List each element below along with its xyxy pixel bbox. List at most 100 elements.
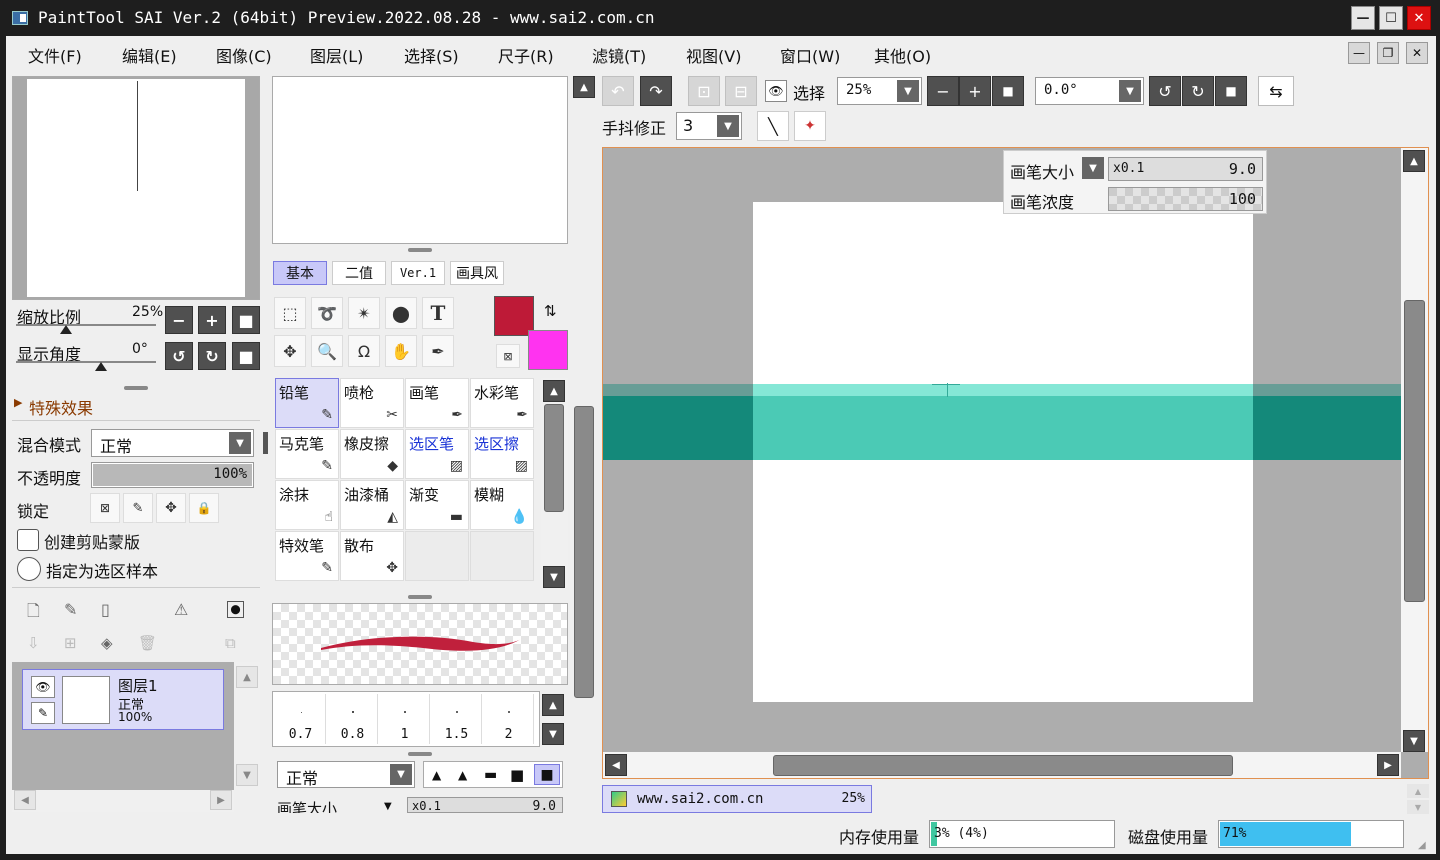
- menu-ruler[interactable]: 尺子(R): [498, 43, 554, 67]
- new-layer-icon[interactable]: 🗋: [27, 600, 40, 627]
- lock-transparency-icon[interactable]: ⊠: [90, 493, 120, 523]
- tip-flat-icon[interactable]: ▬: [484, 767, 497, 783]
- brush-slot[interactable]: 画笔 ✒: [405, 378, 469, 428]
- zoom-reset-button[interactable]: ■: [992, 76, 1024, 106]
- zoom-icon[interactable]: 🔍: [311, 335, 343, 367]
- new-linework-layer-icon[interactable]: ✎: [64, 600, 77, 619]
- line-stabilizer-icon[interactable]: ╲: [757, 111, 789, 141]
- invert-select-button[interactable]: ⊟: [725, 76, 757, 106]
- eye-icon[interactable]: 👁: [765, 80, 787, 102]
- rect-select-icon[interactable]: ⬚: [274, 297, 306, 329]
- new-folder-icon[interactable]: ▯: [101, 600, 110, 619]
- text-tool-icon[interactable]: T: [422, 297, 454, 329]
- rotate-left-button[interactable]: ↺: [165, 342, 193, 370]
- redo-button[interactable]: ↷: [640, 76, 672, 106]
- eyedropper-icon[interactable]: ✒: [422, 335, 454, 367]
- zoom-in-button[interactable]: +: [198, 306, 226, 334]
- layer-mask-icon[interactable]: ⬤: [227, 601, 244, 618]
- scroll-thumb[interactable]: [773, 755, 1233, 776]
- effects-label[interactable]: 特殊效果: [29, 395, 93, 419]
- menu-edit[interactable]: 编辑(E): [122, 43, 177, 67]
- secondary-color-swatch[interactable]: [528, 330, 568, 370]
- lock-all-icon[interactable]: 🔒: [189, 493, 219, 523]
- zoom-slider-track[interactable]: [16, 324, 156, 326]
- rotate-view-icon[interactable]: Ω: [348, 335, 380, 367]
- zoom-reset-button[interactable]: ■: [232, 306, 260, 334]
- tab-ver1[interactable]: Ver.1: [391, 261, 445, 285]
- blend-mode-select[interactable]: 正常 ▼: [91, 429, 254, 457]
- scroll-left-arrow-icon[interactable]: ◀: [14, 790, 36, 810]
- brush-slot[interactable]: 模糊 💧: [470, 480, 534, 530]
- scroll-right-arrow-icon[interactable]: ▶: [1377, 754, 1399, 776]
- lasso-icon[interactable]: ➰: [311, 297, 343, 329]
- panel-splitter[interactable]: [408, 248, 432, 252]
- transfer-layer-icon[interactable]: ⧉: [225, 634, 236, 652]
- menu-other[interactable]: 其他(O): [874, 43, 931, 67]
- scroll-up-arrow-icon[interactable]: ▲: [542, 694, 564, 716]
- zoom-out-button[interactable]: −: [165, 306, 193, 334]
- lock-paint-icon[interactable]: ✎: [123, 493, 153, 523]
- scroll-down-arrow-icon[interactable]: ▼: [542, 723, 564, 745]
- color-panel[interactable]: [272, 76, 568, 244]
- scroll-thumb[interactable]: [544, 404, 564, 512]
- expand-arrow-icon[interactable]: ▶: [14, 396, 22, 409]
- size-preset[interactable]: 2: [484, 694, 534, 744]
- tab-painter[interactable]: 画具风: [450, 261, 504, 285]
- brush-slot[interactable]: 水彩笔 ✒: [470, 378, 534, 428]
- deselect-button[interactable]: ⊡: [688, 76, 720, 106]
- shape-icon[interactable]: ⬤: [385, 297, 417, 329]
- canvas-area[interactable]: 画笔大小 ▼ x0.1 9.0 画笔浓度 100 ▲ ▼ ◀ ▶: [602, 147, 1429, 779]
- menu-image[interactable]: 图像(C): [216, 43, 272, 67]
- clear-layer-icon[interactable]: ◈: [101, 634, 113, 652]
- maximize-button[interactable]: ☐: [1379, 6, 1403, 30]
- canvas-vscrollbar[interactable]: ▲ ▼: [1401, 148, 1428, 752]
- delete-layer-icon[interactable]: 🗑: [138, 634, 157, 652]
- scroll-thumb[interactable]: [574, 406, 594, 698]
- mdi-minimize-button[interactable]: —: [1348, 42, 1370, 64]
- pencil-icon[interactable]: ✎: [31, 702, 55, 724]
- brush-slot[interactable]: 散布 ✥: [340, 531, 404, 581]
- tab-scroll-up-icon[interactable]: ▲: [1407, 784, 1429, 798]
- layer-row[interactable]: 👁 ✎ 图层1 正常 100%: [22, 669, 224, 730]
- menu-file[interactable]: 文件(F): [28, 43, 82, 67]
- angle-slider-knob[interactable]: [95, 362, 107, 371]
- undo-button[interactable]: ↶: [602, 76, 634, 106]
- rotate-reset-button[interactable]: ■: [232, 342, 260, 370]
- panel-edge-handle[interactable]: [263, 432, 268, 454]
- tip-sharp-icon[interactable]: ▲: [432, 768, 441, 782]
- scroll-up-arrow-icon[interactable]: ▲: [573, 76, 595, 98]
- eye-icon[interactable]: 👁: [31, 676, 55, 698]
- brush-scrollbar[interactable]: ▲ ▼: [541, 378, 568, 588]
- resize-grip-icon[interactable]: ◢: [1418, 840, 1426, 851]
- size-preset[interactable]: 1.5: [432, 694, 482, 744]
- lock-move-icon[interactable]: ✥: [156, 493, 186, 523]
- scroll-down-arrow-icon[interactable]: ▼: [236, 764, 258, 786]
- rotate-reset-button[interactable]: ■: [1215, 76, 1247, 106]
- scroll-down-arrow-icon[interactable]: ▼: [1403, 730, 1425, 752]
- zoom-slider-knob[interactable]: [60, 325, 73, 334]
- tip-full-icon[interactable]: ■: [534, 764, 560, 785]
- tip-round-icon[interactable]: ▲: [458, 768, 467, 782]
- size-preset[interactable]: 0.8: [328, 694, 378, 744]
- brush-slot[interactable]: 油漆桶 ◭: [340, 480, 404, 530]
- symmetry-icon[interactable]: ✦: [794, 111, 826, 141]
- size-preset[interactable]: 1: [380, 694, 430, 744]
- opacity-slider[interactable]: 100%: [91, 462, 254, 488]
- clip-mask-checkbox[interactable]: [17, 529, 39, 551]
- hand-icon[interactable]: ✋: [385, 335, 417, 367]
- tab-binary[interactable]: 二值: [332, 261, 386, 285]
- merge-visible-icon[interactable]: ⊞: [64, 634, 77, 652]
- brush-slot[interactable]: 马克笔 ✎: [275, 429, 339, 479]
- move-icon[interactable]: ✥: [274, 335, 306, 367]
- brush-size-slider[interactable]: x0.1 9.0: [407, 797, 563, 813]
- scroll-up-arrow-icon[interactable]: ▲: [236, 666, 258, 688]
- menu-layer[interactable]: 图层(L): [310, 43, 363, 67]
- chevron-down-icon[interactable]: ▼: [1082, 157, 1104, 179]
- tip-square-icon[interactable]: ■: [510, 766, 524, 784]
- scroll-down-arrow-icon[interactable]: ▼: [543, 566, 565, 588]
- chevron-down-icon[interactable]: ▼: [384, 801, 392, 812]
- minimize-button[interactable]: —: [1351, 6, 1375, 30]
- tool-panel-scrollbar[interactable]: ▲: [572, 76, 596, 816]
- brush-slot[interactable]: 涂抹 ☝: [275, 480, 339, 530]
- mdi-restore-button[interactable]: ❐: [1377, 42, 1399, 64]
